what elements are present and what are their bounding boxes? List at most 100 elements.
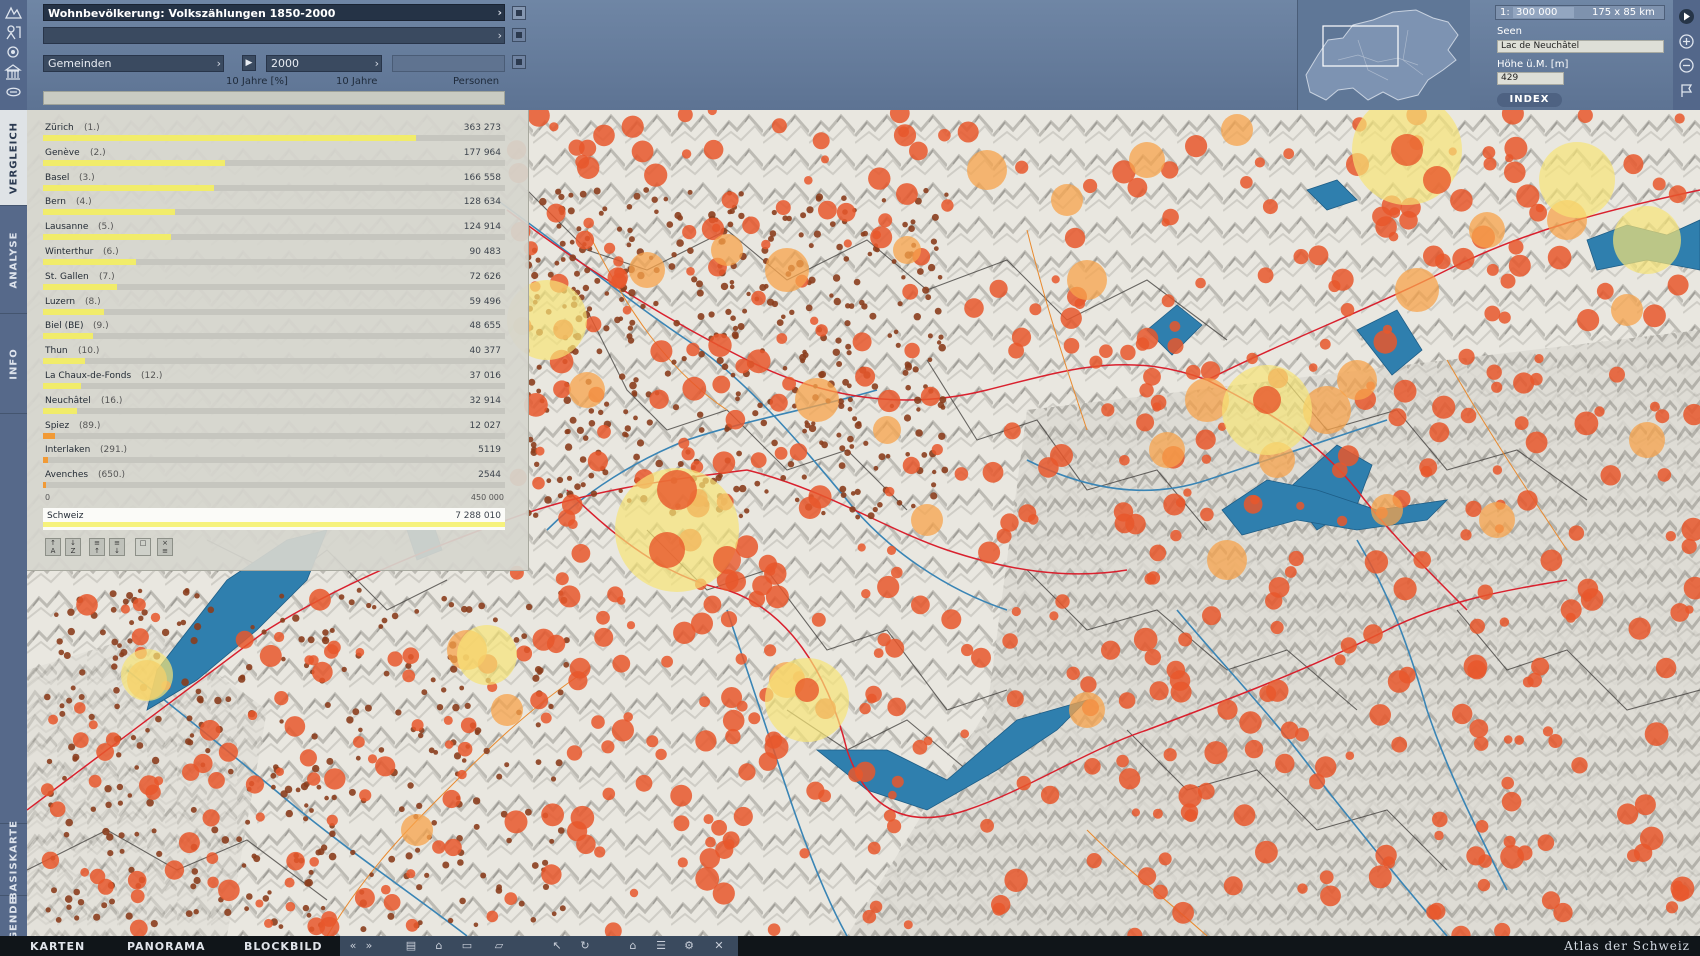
remove-entries-button[interactable]: × ≡	[157, 538, 173, 556]
population-symbol	[737, 323, 745, 330]
table-row[interactable]: Basel (3.) 166 558	[43, 170, 505, 192]
tab-panorama[interactable]: PANORAMA	[127, 940, 206, 953]
table-row[interactable]: Thun (10.) 40 377	[43, 343, 505, 365]
population-symbol	[563, 661, 570, 668]
population-symbol	[555, 572, 569, 586]
index-button[interactable]: INDEX	[1497, 93, 1562, 107]
table-row[interactable]: Winterthur (6.) 90 483	[43, 244, 505, 266]
population-symbol	[73, 888, 80, 896]
tab-vergleich[interactable]: VERGLEICH	[0, 110, 27, 206]
side-tab-bar: VERGLEICH ANALYSE INFO BASISKARTE LEGEND…	[0, 110, 27, 956]
table-row[interactable]: Lausanne (5.) 124 914	[43, 219, 505, 241]
population-symbol	[725, 308, 732, 315]
population-symbol	[461, 758, 467, 763]
population-symbol	[576, 426, 585, 434]
population-symbol	[916, 407, 921, 412]
map-title-menu-button[interactable]	[512, 6, 526, 20]
table-row[interactable]: Interlaken (291.) 5119	[43, 442, 505, 464]
lock-icon[interactable]: ⌂	[432, 939, 446, 953]
environment-theme-icon[interactable]	[4, 83, 23, 101]
table-row[interactable]: Avenches (650.) 2544	[43, 467, 505, 489]
population-theme-icon[interactable]	[4, 23, 23, 41]
population-symbol	[1432, 811, 1448, 828]
selector-options-button[interactable]	[512, 55, 526, 69]
population-symbol	[1373, 330, 1398, 354]
zoom-out-icon[interactable]	[1678, 57, 1695, 74]
year-play-button[interactable]: ▶	[242, 55, 256, 71]
population-symbol	[798, 232, 804, 238]
empty-selector[interactable]	[392, 55, 505, 72]
population-symbol	[1475, 820, 1489, 833]
total-row[interactable]: Schweiz 7 288 010	[43, 508, 505, 530]
population-symbol	[597, 424, 611, 439]
close-icon[interactable]: ✕	[712, 939, 726, 953]
subtitle-menu-button[interactable]	[512, 28, 526, 42]
table-row[interactable]: Zürich (1.) 363 273	[43, 120, 505, 142]
economy-theme-icon[interactable]	[4, 43, 23, 61]
population-symbol	[1574, 411, 1599, 436]
map-theme-icon[interactable]	[4, 3, 23, 21]
population-symbol	[644, 163, 668, 187]
population-symbol	[109, 898, 115, 905]
play-icon[interactable]	[1678, 8, 1695, 25]
table-row[interactable]: Luzern (8.) 59 496	[43, 294, 505, 316]
table-row[interactable]: Neuchâtel (16.) 32 914	[43, 393, 505, 415]
municipality-name: La Chaux-de-Fonds	[45, 371, 132, 381]
settings-icon[interactable]: ⚙	[682, 939, 696, 953]
population-symbol	[893, 124, 917, 147]
tab-blockbild[interactable]: BLOCKBILD	[244, 940, 323, 953]
population-symbol	[766, 298, 775, 306]
tab-karten[interactable]: KARTEN	[30, 940, 85, 953]
population-symbol	[812, 132, 830, 150]
table-row[interactable]: Biel (BE) (9.) 48 655	[43, 318, 505, 340]
tab-info[interactable]: INFO	[0, 314, 27, 414]
population-symbol	[910, 219, 916, 225]
population-symbol	[687, 247, 694, 254]
back-icon[interactable]: «	[346, 939, 360, 953]
level-select[interactable]: Gemeinden ›	[43, 55, 224, 72]
population-symbol	[622, 431, 628, 437]
table-row[interactable]: St. Gallen (7.) 72 626	[43, 269, 505, 291]
pointer-icon[interactable]: ↖	[550, 939, 564, 953]
sort-descending-button[interactable]: ↓ Z	[65, 538, 81, 556]
overview-map[interactable]	[1297, 0, 1470, 110]
forward-icon[interactable]: »	[362, 939, 376, 953]
population-symbol	[1270, 620, 1284, 635]
population-symbol	[65, 818, 73, 827]
rotate-icon[interactable]: ↻	[578, 939, 592, 953]
table-row[interactable]: La Chaux-de-Fonds (12.) 37 016	[43, 368, 505, 390]
chevron-right-icon: ›	[374, 57, 379, 70]
year-select[interactable]: 2000 ›	[266, 55, 382, 72]
sort-ascending-button[interactable]: ↑ A	[45, 538, 61, 556]
flag-icon[interactable]	[1678, 82, 1695, 99]
population-symbol	[555, 759, 563, 767]
population-symbol	[1319, 338, 1331, 350]
population-symbol	[77, 899, 85, 906]
sort-by-value-desc-button[interactable]: ≡ ↓	[109, 538, 125, 556]
export-icon[interactable]: ▭	[460, 939, 474, 953]
map-title-field[interactable]: Wohnbevölkerung: Volkszählungen 1850-200…	[43, 4, 505, 21]
table-row[interactable]: Genève (2.) 177 964	[43, 145, 505, 167]
table-row[interactable]: Bern (4.) 128 634	[43, 194, 505, 216]
tab-analyse[interactable]: ANALYSE	[0, 206, 27, 314]
population-symbol	[150, 920, 158, 928]
layers-icon[interactable]: ▱	[492, 939, 506, 953]
select-button[interactable]: □	[135, 538, 151, 556]
print-icon[interactable]: ▤	[404, 939, 418, 953]
home-icon[interactable]: ⌂	[626, 939, 640, 953]
tab-basiskarte[interactable]: BASISKARTE	[0, 820, 27, 899]
list-icon[interactable]: ☰	[654, 939, 668, 953]
state-theme-icon[interactable]	[4, 63, 23, 81]
table-row[interactable]: Spiez (89.) 12 027	[43, 418, 505, 440]
population-symbol	[961, 643, 974, 657]
zoom-in-icon[interactable]	[1678, 33, 1695, 50]
population-symbol	[134, 831, 140, 837]
population-symbol	[1055, 594, 1070, 609]
municipality-name: Biel (BE)	[45, 321, 84, 332]
scale-field[interactable]: 1: 300 000 175 x 85 km	[1495, 5, 1665, 20]
population-symbol	[887, 697, 906, 717]
subtitle-field[interactable]: ›	[43, 27, 505, 44]
population-bar	[43, 209, 176, 216]
sort-by-value-button[interactable]: ≡ ↑	[89, 538, 105, 556]
population-symbol	[764, 644, 777, 657]
